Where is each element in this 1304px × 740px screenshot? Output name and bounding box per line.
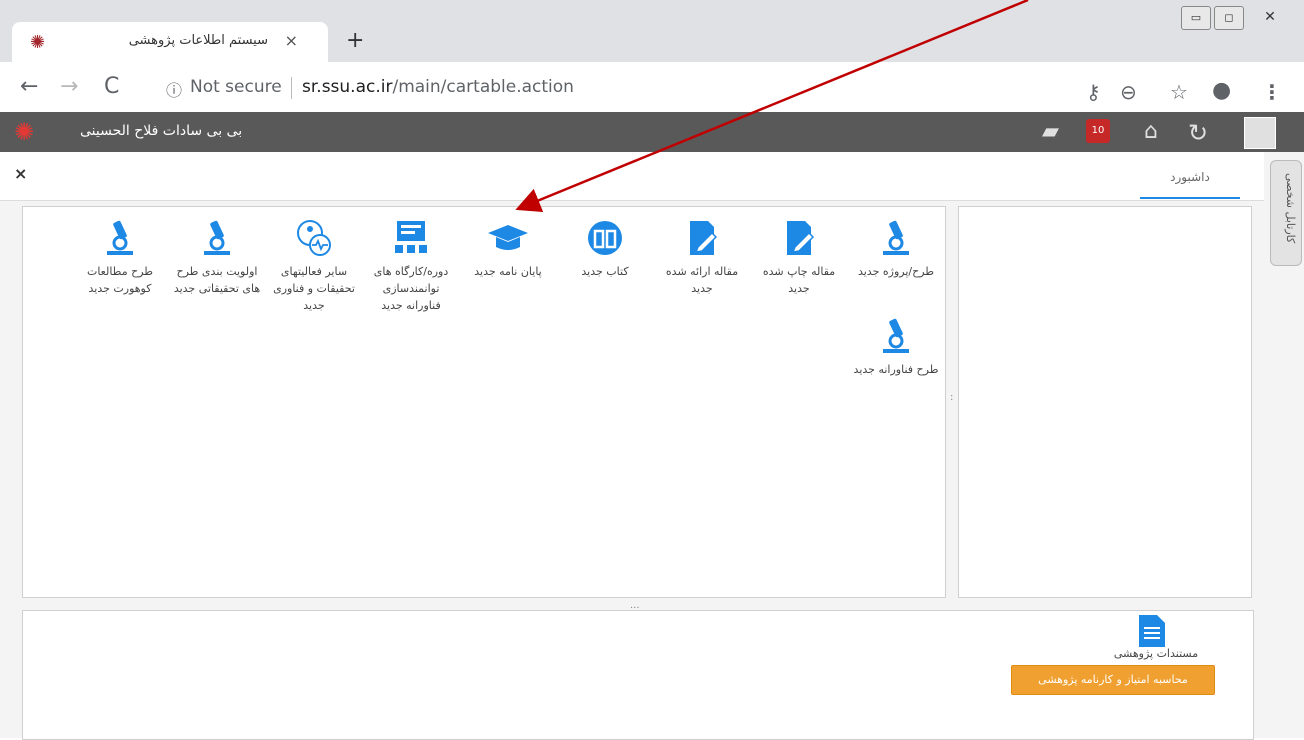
tile-label: اولویت بندی طرح های تحقیقاتی جدید <box>173 265 261 295</box>
microscope-icon <box>107 220 133 255</box>
tile-new-workshop[interactable]: دوره/کارگاه های توانمندسازی فناورانه جدی… <box>364 217 458 314</box>
tile-label: مقاله ارائه شده جدید <box>665 265 739 295</box>
edit-icon <box>690 221 718 255</box>
tile-new-book[interactable]: کتاب جدید <box>558 217 652 280</box>
tile-label: طرح/پروژه جدید <box>857 265 935 278</box>
browser-tab-strip: ✺ سیستم اطلاعات پژوهشی × + ▭ ◻ ✕ <box>0 0 1304 62</box>
browser-menu-icon[interactable]: ⋮ <box>1262 80 1282 104</box>
university-logo-icon: ✺ <box>14 118 35 146</box>
app-header: ✺ بی بی سادات فلاح الحسینی ▰ 10 ⌂ ↻ <box>0 112 1304 152</box>
personal-cartable-label: کارتابل شخصی <box>1284 173 1297 244</box>
new-tab-icon[interactable]: + <box>346 28 364 53</box>
tile-new-thesis[interactable]: پایان نامه جدید <box>461 217 555 280</box>
forward-arrow-icon[interactable]: → <box>60 74 78 99</box>
zoom-icon[interactable]: ⊖ <box>1120 80 1137 104</box>
tile-label: مقاله چاپ شده جدید <box>762 265 836 295</box>
home-icon[interactable]: ⌂ <box>1144 119 1158 144</box>
tile-new-presented-article[interactable]: مقاله ارائه شده جدید <box>655 217 749 297</box>
tile-new-project[interactable]: طرح/پروژه جدید <box>849 217 943 280</box>
tile-label: سایر فعالیتهای تحقیقات و فناوری جدید <box>273 265 355 312</box>
bookmark-star-icon[interactable]: ☆ <box>1170 80 1188 104</box>
document-icon[interactable] <box>1135 613 1169 649</box>
close-icon[interactable]: × <box>14 164 27 183</box>
key-icon[interactable]: ⚷ <box>1086 80 1101 104</box>
tile-label: دوره/کارگاه های توانمندسازی فناورانه جدی… <box>373 265 449 312</box>
calculate-score-button[interactable]: محاسبه امتیاز و کارنامه پژوهشی <box>1011 665 1215 695</box>
quick-actions-panel: طرح/پروژه جدید مقاله چاپ شده جدید مقاله … <box>22 206 946 598</box>
tile-label: پایان نامه جدید <box>474 265 542 278</box>
tile-label: طرح مطالعات کوهورت جدید <box>86 265 154 295</box>
browser-tab-title: سیستم اطلاعات پژوهشی <box>128 33 268 48</box>
reload-icon[interactable]: C <box>104 74 119 99</box>
window-minimize-button[interactable]: ▭ <box>1181 6 1211 30</box>
bottom-panel: مستندات پژوهشی محاسبه امتیاز و کارنامه پ… <box>22 610 1254 740</box>
activity-icon <box>297 220 331 256</box>
edit-icon <box>787 221 815 255</box>
tile-label: طرح فناورانه جدید <box>853 363 939 376</box>
microscope-icon <box>883 318 909 353</box>
tab-close-icon[interactable]: × <box>285 31 298 50</box>
microscope-icon <box>204 220 230 255</box>
address-bar[interactable]: ⓘ Not secure sr.ssu.ac.ir/main/cartable.… <box>146 70 1066 104</box>
browser-tab[interactable]: ✺ سیستم اطلاعات پژوهشی × <box>12 22 328 62</box>
chat-icon[interactable]: ▰ <box>1042 119 1059 144</box>
tile-new-cohort-study[interactable]: طرح مطالعات کوهورت جدید <box>73 217 167 297</box>
tile-new-research-priority[interactable]: اولویت بندی طرح های تحقیقاتی جدید <box>170 217 264 297</box>
url-host: sr.ssu.ac.ir <box>302 77 393 97</box>
site-favicon-icon: ✺ <box>30 32 46 53</box>
right-panel <box>958 206 1252 598</box>
personal-cartable-tab[interactable]: کارتابل شخصی <box>1270 160 1302 266</box>
sidebar: کارتابل شخصی <box>1268 152 1304 738</box>
url-text[interactable]: sr.ssu.ac.ir/main/cartable.action <box>302 77 574 97</box>
url-path: /main/cartable.action <box>392 77 574 97</box>
dashboard-tab-row: × داشبورد <box>0 152 1264 201</box>
tab-dashboard[interactable]: داشبورد <box>1140 170 1240 184</box>
browser-toolbar: ← → C ⓘ Not secure sr.ssu.ac.ir/main/car… <box>0 62 1304 113</box>
tile-new-published-article[interactable]: مقاله چاپ شده جدید <box>752 217 846 297</box>
vertical-splitter-handle[interactable]: : <box>950 392 953 403</box>
avatar[interactable] <box>1244 117 1276 149</box>
tile-new-technology-project[interactable]: طرح فناورانه جدید <box>841 315 951 378</box>
research-documents-link[interactable]: مستندات پژوهشی <box>1101 647 1211 660</box>
book-icon <box>588 221 622 255</box>
back-arrow-icon[interactable]: ← <box>20 74 38 99</box>
tile-label: کتاب جدید <box>581 265 629 278</box>
address-divider <box>291 77 292 99</box>
calendar-icon[interactable]: 10 <box>1086 119 1110 143</box>
window-maximize-button[interactable]: ◻ <box>1214 6 1244 30</box>
graduation-cap-icon <box>488 225 528 250</box>
microscope-icon <box>883 220 909 255</box>
not-secure-label: Not secure <box>190 77 282 97</box>
refresh-icon[interactable]: ↻ <box>1188 119 1208 147</box>
info-icon[interactable]: ⓘ <box>166 77 182 101</box>
tile-new-other-activities[interactable]: سایر فعالیتهای تحقیقات و فناوری جدید <box>267 217 361 314</box>
window-close-button[interactable]: ✕ <box>1256 6 1284 28</box>
user-name[interactable]: بی بی سادات فلاح الحسینی <box>80 123 242 139</box>
account-icon[interactable]: ● <box>1212 78 1231 103</box>
active-tab-indicator <box>1140 197 1240 199</box>
presentation-icon <box>395 221 427 253</box>
